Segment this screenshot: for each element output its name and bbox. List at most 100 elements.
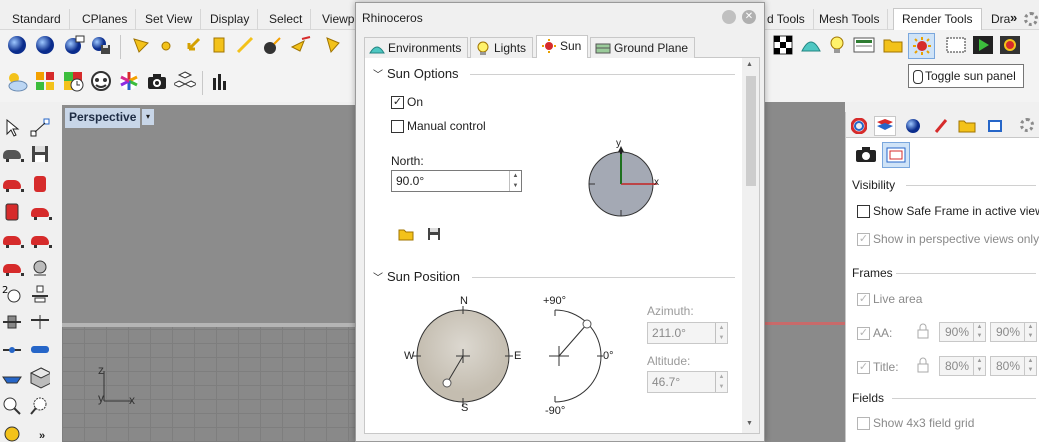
histogram-icon[interactable] xyxy=(209,70,231,92)
aa-height-input[interactable]: 90% ▲ ▼ xyxy=(990,322,1037,342)
directional-light-icon[interactable] xyxy=(182,34,204,56)
texture-grid-icon[interactable] xyxy=(34,70,56,92)
scroll-up-icon[interactable]: ▲ xyxy=(746,61,753,68)
color-tab-icon[interactable] xyxy=(848,116,870,136)
zoom-extents-icon[interactable] xyxy=(2,424,22,442)
tab-display[interactable]: Display xyxy=(202,9,259,30)
dialog-options-icon[interactable] xyxy=(722,10,736,24)
vehicle-icon[interactable] xyxy=(2,144,24,164)
car-outline-icon[interactable] xyxy=(2,258,24,278)
viewport-title[interactable]: Perspective xyxy=(65,108,141,128)
display-tab-icon[interactable] xyxy=(984,116,1006,136)
cube-icon[interactable] xyxy=(30,367,50,389)
tab-environments[interactable]: Environments xyxy=(364,37,469,58)
aa-width-input[interactable]: 90% ▲ ▼ xyxy=(939,322,986,342)
red-car-rear-icon[interactable] xyxy=(30,202,52,222)
tab-drafting[interactable]: Dra xyxy=(983,9,1012,30)
scrollbar-thumb[interactable] xyxy=(746,76,756,186)
sphere-icon[interactable] xyxy=(30,258,50,278)
altitude-input[interactable]: 46.7° ▲ ▼ xyxy=(647,371,728,393)
live-area-checkbox[interactable]: ✓ xyxy=(857,293,870,306)
manual-control-checkbox[interactable] xyxy=(391,120,404,133)
tab-select[interactable]: Select xyxy=(261,9,312,30)
joystick-icon[interactable] xyxy=(2,312,22,332)
title-height-input[interactable]: 80% ▲ ▼ xyxy=(990,356,1037,376)
tab-mesh-tools[interactable]: Mesh Tools xyxy=(811,9,889,30)
viewport-menu-icon[interactable]: ▾ xyxy=(142,109,154,125)
tab-ground-plane[interactable]: Ground Plane xyxy=(590,37,696,58)
tab-standard[interactable]: Standard xyxy=(4,9,70,30)
sun-on-checkbox[interactable]: ✓ xyxy=(391,96,404,109)
plane-icon[interactable] xyxy=(30,312,50,332)
camera-panel-icon[interactable] xyxy=(854,142,878,166)
play-render-icon[interactable] xyxy=(972,34,994,56)
linear-light-icon[interactable] xyxy=(234,34,256,56)
tab-cplanes[interactable]: CPlanes xyxy=(74,9,137,30)
light-bulb-icon[interactable] xyxy=(826,34,848,56)
azimuth-dial[interactable] xyxy=(413,306,513,410)
tab-tools[interactable]: d Tools xyxy=(765,9,814,30)
render-region-icon[interactable] xyxy=(63,34,85,56)
tab-set-view[interactable]: Set View xyxy=(137,9,202,30)
red-car-left-icon[interactable] xyxy=(2,230,24,250)
files-tab-icon[interactable] xyxy=(956,116,978,136)
radius-icon[interactable]: 2 xyxy=(2,284,22,304)
lock-icon[interactable] xyxy=(916,356,930,374)
close-icon[interactable]: ✕ xyxy=(742,10,756,24)
sun-position-header[interactable]: ﹀ Sun Position xyxy=(373,269,460,284)
brush-tab-icon[interactable] xyxy=(930,116,952,136)
collapse-chevron-icon[interactable]: ﹀ xyxy=(373,66,383,81)
more-tools-icon[interactable]: » xyxy=(32,426,52,442)
point-light-icon[interactable] xyxy=(155,34,177,56)
save-icon[interactable] xyxy=(425,226,443,242)
environment-sun-icon[interactable] xyxy=(6,70,28,92)
tab-lights[interactable]: Lights xyxy=(470,37,534,58)
ground-dome-icon[interactable] xyxy=(800,34,822,56)
save-icon[interactable] xyxy=(30,144,50,164)
select-arrow-icon[interactable] xyxy=(2,118,22,138)
tab-render-tools[interactable]: Render Tools xyxy=(893,8,982,30)
sun-icon[interactable] xyxy=(908,33,935,59)
blue-car-icon[interactable] xyxy=(30,340,50,360)
decal-icon[interactable] xyxy=(90,70,112,92)
north-input[interactable]: 90.0° ▲ ▼ xyxy=(391,170,522,192)
dialog-scrollbar[interactable]: ▲ ▼ xyxy=(742,58,759,433)
aa-checkbox[interactable]: ✓ xyxy=(857,327,870,340)
tab-sun[interactable]: Sun xyxy=(536,35,589,59)
azimuth-input[interactable]: 211.0° ▲ ▼ xyxy=(647,322,728,344)
red-car-right-icon[interactable] xyxy=(30,230,52,250)
record-icon[interactable] xyxy=(999,34,1021,56)
spotlight-icon[interactable] xyxy=(130,34,152,56)
light-properties-icon[interactable] xyxy=(262,34,284,56)
render-settings-icon[interactable] xyxy=(853,34,875,56)
zoom-window-icon[interactable] xyxy=(30,396,50,416)
red-car-front-icon[interactable] xyxy=(30,174,50,194)
folder-icon[interactable] xyxy=(882,34,904,56)
scroll-down-icon[interactable]: ▼ xyxy=(746,420,753,427)
safe-frame-checkbox[interactable] xyxy=(857,205,870,218)
color-wheel-icon[interactable] xyxy=(118,70,140,92)
lock-icon[interactable] xyxy=(916,322,930,340)
wing-icon[interactable] xyxy=(2,340,22,360)
open-folder-icon[interactable] xyxy=(397,226,415,242)
point-curve-icon[interactable] xyxy=(30,118,50,138)
color-clock-icon[interactable] xyxy=(62,70,84,92)
save-render-icon[interactable] xyxy=(90,34,112,56)
light-select-icon[interactable] xyxy=(324,34,346,56)
red-car-side-icon[interactable] xyxy=(2,202,22,222)
more-tabs-icon[interactable]: » xyxy=(1010,10,1017,25)
safe-frame-icon[interactable] xyxy=(882,142,910,168)
collapse-chevron-icon[interactable]: ﹀ xyxy=(373,269,383,284)
title-width-input[interactable]: 80% ▲ ▼ xyxy=(939,356,986,376)
rectangular-light-icon[interactable] xyxy=(208,34,230,56)
checker-texture-icon[interactable] xyxy=(772,34,794,56)
perspective-only-checkbox[interactable]: ✓ xyxy=(857,233,870,246)
perspective-viewport[interactable]: Perspective ▾ z y x xyxy=(62,105,357,442)
render-sphere-icon[interactable] xyxy=(6,34,28,56)
cube-array-icon[interactable] xyxy=(174,70,196,92)
layers-tab-icon[interactable] xyxy=(874,116,896,136)
render-window-icon[interactable] xyxy=(34,34,56,56)
materials-tab-icon[interactable] xyxy=(902,116,924,136)
field-grid-checkbox[interactable] xyxy=(857,417,870,430)
viewport-frame-icon[interactable] xyxy=(945,34,967,56)
